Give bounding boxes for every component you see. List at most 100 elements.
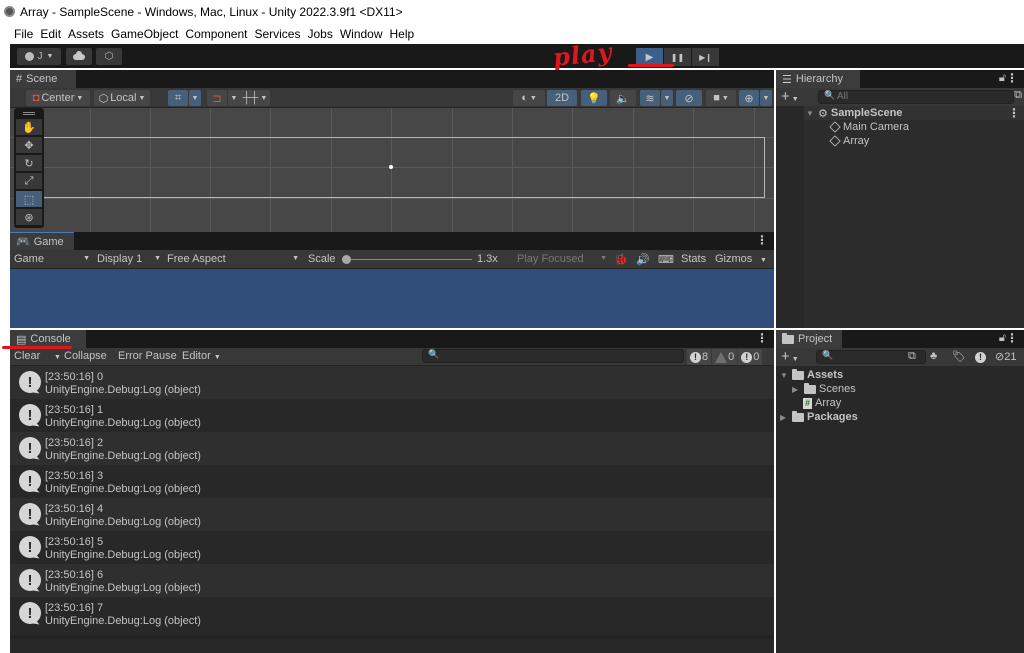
lighting-toggle[interactable]: 💡 — [581, 90, 607, 106]
menu-assets[interactable]: Assets — [68, 27, 104, 41]
pivot-rotation-dropdown[interactable]: ⬡ Local ▼ — [94, 90, 150, 106]
menu-component[interactable]: Component — [185, 27, 247, 41]
transform-tool[interactable]: ⊛ — [16, 209, 42, 225]
scale-slider-thumb[interactable] — [342, 255, 351, 264]
log-entry[interactable]: ! [23:50:16] 4 UnityEngine.Debug:Log (obje… — [10, 498, 774, 531]
scene-root-item[interactable]: ▼ ⚙ SampleScene ⋮ — [804, 106, 1024, 120]
move-tool[interactable]: ✥ — [16, 137, 42, 153]
menu-window[interactable]: Window — [340, 27, 383, 41]
log-entry[interactable]: ! [23:50:16] 5 UnityEngine.Debug:Log (obje… — [10, 531, 774, 564]
create-dropdown[interactable]: + ▼ — [781, 88, 799, 105]
more-options-icon[interactable]: ⋮ — [756, 332, 768, 344]
rect-tool[interactable]: ⬚ — [16, 191, 42, 207]
menu-edit[interactable]: Edit — [40, 27, 61, 41]
view-mode-dropdown[interactable]: Game ▼ — [14, 253, 90, 265]
increment-snap-dropdown[interactable]: ▼ — [228, 90, 240, 106]
increment-snap-toggle[interactable]: ⊐ — [207, 90, 227, 106]
rotate-tool[interactable]: ↻ — [16, 155, 42, 171]
more-options-icon[interactable]: ⋮ — [756, 234, 768, 246]
log-count-toggle[interactable]: ! 8 — [687, 349, 712, 365]
menu-gameobject[interactable]: GameObject — [111, 27, 178, 41]
expand-arrow-icon[interactable]: ▼ — [806, 109, 815, 118]
scale-slider[interactable] — [342, 255, 472, 264]
grid-visibility-dropdown[interactable]: ┼┼ ▼ — [240, 90, 270, 106]
log-entry[interactable]: ! [23:50:16] 2 UnityEngine.Debug:Log (obje… — [10, 432, 774, 465]
collab-button[interactable]: ⬡ — [96, 48, 122, 65]
hierarchy-item[interactable]: Array — [829, 134, 869, 148]
expand-arrow-icon[interactable]: ▶ — [780, 413, 789, 422]
gizmos-toggle[interactable]: ⊕ — [739, 90, 759, 106]
menu-jobs[interactable]: Jobs — [307, 27, 332, 41]
pivot-mode-dropdown[interactable]: ◘ Center ▼ — [26, 90, 90, 106]
hierarchy-item[interactable]: Main Camera — [829, 120, 909, 134]
error-pause-toggle[interactable]: Error Pause — [118, 350, 177, 362]
grid-snap-toggle[interactable]: ⌗ — [168, 90, 188, 106]
error-count-toggle[interactable]: ! 0 — [738, 349, 763, 365]
log-entry[interactable]: ! [23:50:16] 6 UnityEngine.Debug:Log (obje… — [10, 564, 774, 597]
tab-project[interactable]: Project — [776, 330, 842, 348]
scene-search-toggle[interactable]: ⧉ — [1014, 89, 1022, 102]
console-search-input[interactable]: 🔍 — [422, 349, 684, 363]
expand-arrow-icon[interactable]: ▼ — [780, 371, 789, 380]
clear-button[interactable]: Clear — [14, 350, 40, 362]
filter-by-label-button[interactable]: 🏷︎ — [952, 350, 966, 363]
account-dropdown[interactable]: J ▼ — [17, 48, 61, 65]
aspect-dropdown[interactable]: Free Aspect ▼ — [167, 253, 299, 265]
draw-mode-dropdown[interactable]: ◐ ▼ — [513, 90, 545, 106]
filter-by-type-button[interactable]: ♣ — [930, 350, 937, 362]
stats-button[interactable]: Stats — [681, 253, 706, 265]
play-mode-dropdown[interactable]: Play Focused ▼ — [517, 253, 607, 265]
editor-dropdown[interactable]: Editor ▼ — [182, 350, 221, 362]
gizmos-button[interactable]: Gizmos — [715, 253, 752, 265]
toggle-2d-button[interactable]: 2D — [547, 90, 577, 106]
collapse-toggle[interactable]: Collapse — [64, 350, 107, 362]
log-message: [23:50:16] 3 — [45, 470, 104, 482]
camera-settings-dropdown[interactable]: ■ ▼ — [706, 90, 736, 106]
mute-audio-toggle[interactable]: 🔊 — [636, 253, 650, 266]
lock-icon[interactable]: 🔓︎ — [999, 72, 1006, 85]
log-entry[interactable]: ! [23:50:16] 7 UnityEngine.Debug:Log (obje… — [10, 597, 774, 630]
overlay-drag-handle[interactable] — [23, 112, 35, 115]
scene-visibility-toggle[interactable]: ⊘ — [676, 90, 702, 106]
search-scope-toggle[interactable]: ⧉ — [908, 350, 916, 363]
tab-scene[interactable]: # Scene — [10, 70, 76, 88]
hierarchy-search-input[interactable]: 🔍 All — [818, 90, 1014, 104]
filter-by-log-button[interactable]: ! — [975, 351, 986, 363]
scene-viewport[interactable]: ✋ ✥ ↻ ⤢ ⬚ ⊛ — [10, 108, 774, 232]
lock-icon[interactable]: 🔓︎ — [999, 332, 1006, 345]
log-entry[interactable]: ! [23:50:16] 0 UnityEngine.Debug:Log (obje… — [10, 366, 774, 399]
audio-toggle[interactable]: 🔈 — [610, 90, 636, 106]
expand-arrow-icon[interactable]: ▶ — [792, 385, 801, 394]
menu-services[interactable]: Services — [254, 27, 300, 41]
folder-packages[interactable]: ▶ Packages — [780, 410, 858, 424]
hidden-packages-toggle[interactable]: ⊘21 — [995, 350, 1016, 363]
scale-tool[interactable]: ⤢ — [16, 173, 42, 189]
more-options-icon[interactable]: ⋮ — [1006, 72, 1018, 84]
create-dropdown[interactable]: + ▼ — [781, 348, 799, 365]
cloud-button[interactable] — [66, 48, 92, 65]
more-options-icon[interactable]: ⋮ — [1006, 332, 1018, 344]
shortcuts-toggle[interactable]: ⌨ — [658, 253, 674, 266]
gizmos-dropdown[interactable]: ▼ — [760, 253, 767, 265]
display-dropdown[interactable]: Display 1 ▼ — [97, 253, 161, 265]
game-viewport[interactable] — [10, 269, 774, 328]
menu-file[interactable]: File — [14, 27, 33, 41]
gizmos-dropdown[interactable]: ▼ — [760, 90, 772, 106]
asset-script[interactable]: # Array — [803, 396, 841, 410]
log-entry[interactable]: ! [23:50:16] 3 UnityEngine.Debug:Log (obje… — [10, 465, 774, 498]
effects-toggle[interactable]: ≋ — [640, 90, 660, 106]
grid-snap-dropdown[interactable]: ▼ — [189, 90, 201, 106]
tab-hierarchy[interactable]: ☰ Hierarchy — [776, 70, 860, 88]
effects-dropdown[interactable]: ▼ — [661, 90, 673, 106]
more-options-icon[interactable]: ⋮ — [1008, 107, 1020, 119]
menu-help[interactable]: Help — [390, 27, 415, 41]
folder-assets[interactable]: ▼ Assets — [780, 368, 843, 382]
log-entry[interactable]: ! [23:50:16] 1 UnityEngine.Debug:Log (obje… — [10, 399, 774, 432]
clear-options-dropdown[interactable]: ▼ — [54, 350, 61, 362]
hand-tool[interactable]: ✋ — [16, 119, 42, 135]
folder-scenes[interactable]: ▶ Scenes — [792, 382, 856, 396]
tab-game[interactable]: 🎮 Game — [10, 232, 74, 250]
frame-debugger-toggle[interactable]: 🐞 — [614, 253, 628, 266]
warning-count-toggle[interactable]: 0 — [712, 349, 738, 365]
step-button[interactable]: ▶❙ — [692, 48, 719, 66]
